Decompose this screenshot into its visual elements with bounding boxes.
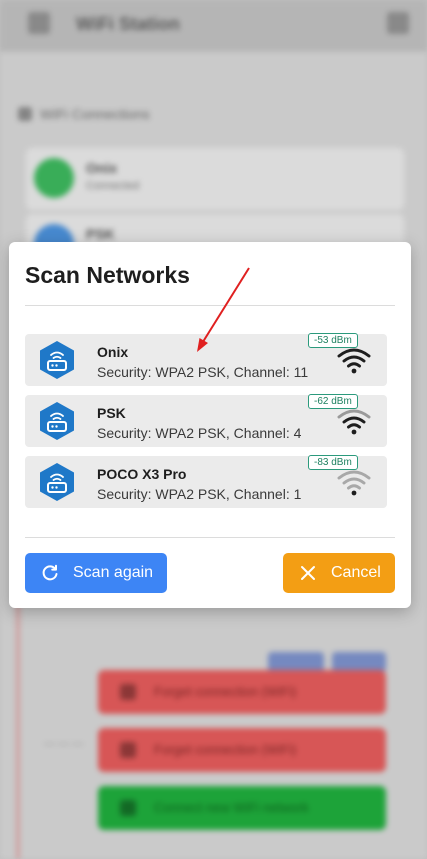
wifi-signal-icon xyxy=(337,409,371,435)
network-item[interactable]: Onix Security: WPA2 PSK, Channel: 11 -53… xyxy=(25,333,387,386)
close-icon xyxy=(301,566,315,580)
scan-again-button[interactable]: Scan again xyxy=(25,553,167,593)
network-item[interactable]: PSK Security: WPA2 PSK, Channel: 4 -62 d… xyxy=(25,394,387,447)
refresh-icon xyxy=(42,564,58,581)
cancel-button[interactable]: Cancel xyxy=(283,553,395,593)
network-name: POCO X3 Pro xyxy=(97,466,187,482)
scan-networks-dialog: Scan Networks Onix Security: WPA2 PSK, C… xyxy=(9,242,411,608)
divider xyxy=(25,305,395,306)
router-icon xyxy=(40,341,74,379)
network-list: Onix Security: WPA2 PSK, Channel: 11 -53… xyxy=(25,333,387,517)
cancel-label: Cancel xyxy=(331,564,381,581)
wifi-signal-icon xyxy=(337,470,371,496)
wifi-signal-icon xyxy=(337,348,371,374)
network-name: Onix xyxy=(97,344,129,360)
network-detail: Security: WPA2 PSK, Channel: 1 xyxy=(97,486,302,502)
network-name: PSK xyxy=(97,405,126,421)
router-icon xyxy=(40,402,74,440)
network-item[interactable]: POCO X3 Pro Security: WPA2 PSK, Channel:… xyxy=(25,455,387,508)
dialog-title: Scan Networks xyxy=(25,262,190,288)
scan-again-label: Scan again xyxy=(73,564,154,581)
router-icon xyxy=(40,463,74,501)
network-detail: Security: WPA2 PSK, Channel: 4 xyxy=(97,425,302,441)
network-detail: Security: WPA2 PSK, Channel: 11 xyxy=(97,364,309,380)
divider xyxy=(25,537,395,538)
